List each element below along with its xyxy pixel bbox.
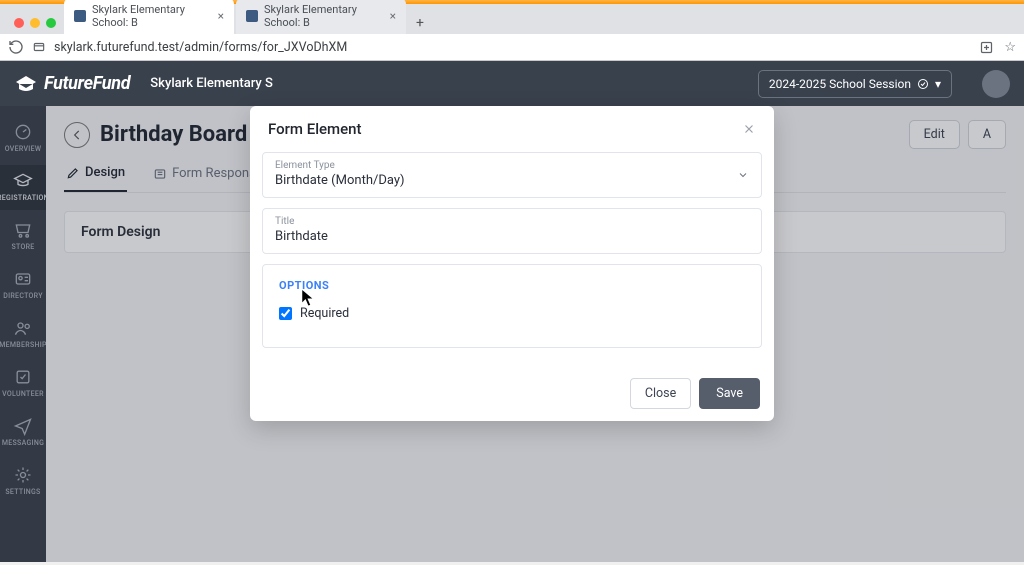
user-avatar[interactable] bbox=[982, 70, 1010, 98]
modal-footer: Close Save bbox=[250, 366, 774, 421]
brand-text: FutureFund bbox=[44, 73, 130, 94]
check-circle-icon bbox=[917, 78, 929, 90]
modal-header: Form Element bbox=[250, 106, 774, 152]
field-label: Title bbox=[275, 216, 749, 227]
new-tab-button[interactable]: + bbox=[408, 12, 432, 34]
tab-title: Skylark Elementary School: B bbox=[92, 3, 208, 29]
field-value: Birthdate (Month/Day) bbox=[275, 173, 749, 188]
url-text[interactable]: skylark.futurefund.test/admin/forms/for_… bbox=[54, 40, 971, 55]
window-controls bbox=[6, 18, 64, 34]
modal-body: Element Type Birthdate (Month/Day) Title… bbox=[250, 152, 774, 366]
tab-strip: Skylark Elementary School: B × Skylark E… bbox=[0, 4, 1024, 34]
tab-title: Skylark Elementary School: B bbox=[264, 3, 380, 29]
tab-close-icon[interactable]: × bbox=[218, 9, 224, 23]
tab-close-icon[interactable]: × bbox=[390, 9, 396, 23]
browser-tab-2[interactable]: Skylark Elementary School: B × bbox=[236, 0, 406, 34]
install-icon[interactable] bbox=[979, 40, 994, 55]
field-value: Birthdate bbox=[275, 229, 749, 244]
caret-down-icon: ▾ bbox=[935, 77, 941, 91]
brand[interactable]: FutureFund bbox=[14, 72, 130, 96]
browser-chrome: Skylark Elementary School: B × Skylark E… bbox=[0, 4, 1024, 61]
window-minimize-dot[interactable] bbox=[30, 18, 40, 28]
app-body: OVERVIEW REGISTRATION STORE DIRECTORY ME… bbox=[0, 106, 1024, 562]
modal-close-button[interactable] bbox=[742, 122, 756, 136]
title-field[interactable]: Title Birthdate bbox=[262, 208, 762, 254]
form-element-modal: Form Element Element Type Birthdate (Mon… bbox=[250, 106, 774, 421]
browser-tab-1[interactable]: Skylark Elementary School: B × bbox=[64, 0, 234, 34]
required-checkbox-row[interactable]: Required bbox=[279, 306, 745, 321]
required-label: Required bbox=[300, 306, 349, 321]
close-button[interactable]: Close bbox=[630, 378, 691, 409]
element-type-field[interactable]: Element Type Birthdate (Month/Day) bbox=[262, 152, 762, 198]
options-section: OPTIONS Required bbox=[262, 264, 762, 348]
browser-actions: ☆ bbox=[979, 40, 1016, 55]
address-bar-row: skylark.futurefund.test/admin/forms/for_… bbox=[0, 34, 1024, 60]
session-picker[interactable]: 2024-2025 School Session ▾ bbox=[758, 70, 952, 98]
brand-icon bbox=[14, 72, 38, 96]
window-close-dot[interactable] bbox=[14, 18, 24, 28]
star-icon[interactable]: ☆ bbox=[1004, 40, 1016, 55]
site-info-icon[interactable] bbox=[32, 40, 46, 54]
options-heading: OPTIONS bbox=[279, 279, 745, 292]
favicon-icon bbox=[246, 10, 258, 22]
required-checkbox[interactable] bbox=[279, 307, 292, 320]
app-header: FutureFund Skylark Elementary S 2024-202… bbox=[0, 61, 1024, 106]
reload-icon[interactable] bbox=[8, 39, 24, 55]
chevron-down-icon bbox=[737, 169, 749, 181]
field-label: Element Type bbox=[275, 160, 749, 171]
school-name[interactable]: Skylark Elementary S bbox=[150, 76, 273, 91]
window-maximize-dot[interactable] bbox=[46, 18, 56, 28]
modal-title: Form Element bbox=[268, 120, 362, 138]
save-button[interactable]: Save bbox=[699, 378, 760, 409]
session-label: 2024-2025 School Session bbox=[769, 77, 911, 91]
favicon-icon bbox=[74, 10, 86, 22]
close-icon bbox=[742, 122, 756, 136]
